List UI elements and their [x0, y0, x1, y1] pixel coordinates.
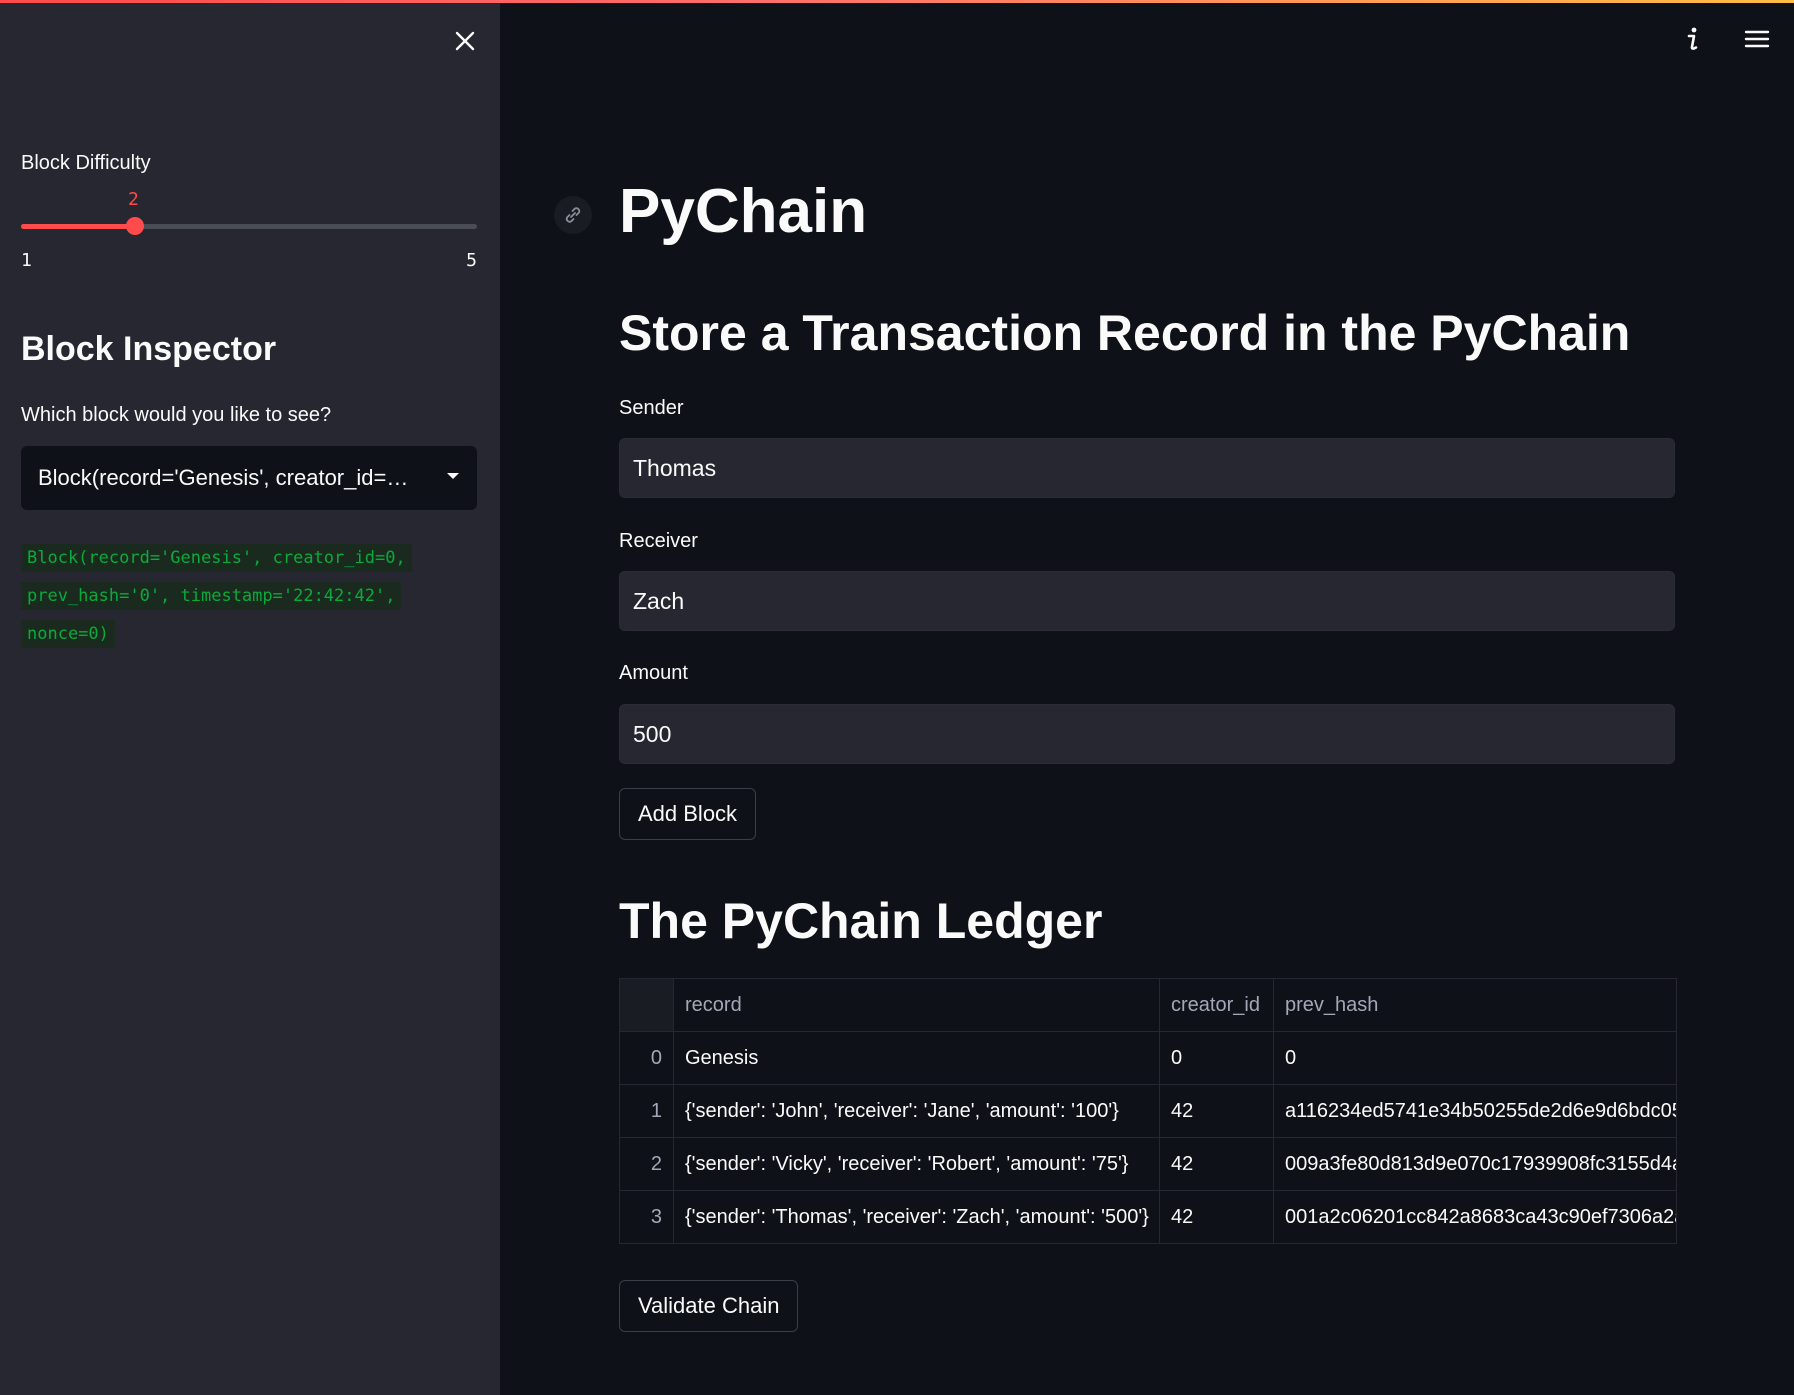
receiver-input[interactable]	[620, 586, 1674, 616]
chevron-down-icon	[447, 473, 459, 479]
table-row: 1 {'sender': 'John', 'receiver': 'Jane',…	[619, 1084, 1677, 1138]
sender-label: Sender	[619, 397, 684, 419]
difficulty-slider[interactable]: 2 1 5	[21, 188, 477, 278]
row-index[interactable]: 1	[619, 1084, 674, 1138]
block-inspector-heading: Block Inspector	[21, 330, 277, 368]
slider-current-value: 2	[128, 189, 139, 210]
cell-creator-id[interactable]: 42	[1159, 1084, 1274, 1138]
add-block-button[interactable]: Add Block	[619, 788, 757, 840]
validate-chain-button[interactable]: Validate Chain	[619, 1280, 799, 1332]
info-button[interactable]	[1674, 20, 1712, 58]
index-column-header[interactable]	[619, 978, 674, 1032]
cell-record[interactable]: {'sender': 'Thomas', 'receiver': 'Zach',…	[673, 1190, 1160, 1244]
amount-label: Amount	[619, 662, 688, 684]
cell-prev-hash[interactable]: 001a2c06201cc842a8683ca43c90ef7306a2a4	[1273, 1190, 1677, 1244]
cell-record[interactable]: {'sender': 'John', 'receiver': 'Jane', '…	[673, 1084, 1160, 1138]
receiver-field[interactable]	[619, 571, 1675, 631]
sender-input[interactable]	[620, 453, 1674, 483]
ledger-table: record creator_id prev_hash 0 Genesis 0 …	[619, 978, 1677, 1244]
slider-min-label: 1	[21, 250, 32, 271]
slider-fill	[21, 224, 135, 229]
row-index[interactable]: 0	[619, 1031, 674, 1085]
table-header-row: record creator_id prev_hash	[619, 978, 1677, 1032]
close-sidebar-button[interactable]	[446, 22, 484, 60]
block-code-output: Block(record='Genesis', creator_id=0, pr…	[21, 539, 441, 653]
cell-creator-id[interactable]: 42	[1159, 1190, 1274, 1244]
block-select[interactable]: Block(record='Genesis', creator_id=0, pr…	[21, 446, 477, 510]
code-line: prev_hash='0', timestamp='22:42:42',	[21, 582, 402, 610]
hamburger-menu-icon	[1744, 30, 1770, 48]
main-menu-button[interactable]	[1738, 20, 1776, 58]
info-icon	[1687, 27, 1698, 50]
link-icon	[565, 207, 581, 223]
page-title: PyChain	[619, 177, 868, 246]
ledger-heading: The PyChain Ledger	[619, 893, 1103, 949]
row-index[interactable]: 2	[619, 1137, 674, 1191]
amount-input[interactable]	[620, 719, 1674, 749]
column-header-record[interactable]: record	[673, 978, 1160, 1032]
amount-field[interactable]	[619, 704, 1675, 764]
row-index[interactable]: 3	[619, 1190, 674, 1244]
table-row: 3 {'sender': 'Thomas', 'receiver': 'Zach…	[619, 1190, 1677, 1244]
cell-prev-hash[interactable]: a116234ed5741e34b50255de2d6e9d6bdc05e	[1273, 1084, 1677, 1138]
difficulty-label: Block Difficulty	[21, 152, 151, 174]
block-select-value: Block(record='Genesis', creator_id=0, pr…	[38, 465, 418, 490]
cell-creator-id[interactable]: 0	[1159, 1031, 1274, 1085]
table-row: 0 Genesis 0 0	[619, 1031, 1677, 1085]
sidebar: Block Difficulty 2 1 5 Block Inspector W…	[0, 0, 500, 1395]
store-record-heading: Store a Transaction Record in the PyChai…	[619, 305, 1631, 361]
cell-record[interactable]: Genesis	[673, 1031, 1160, 1085]
cell-creator-id[interactable]: 42	[1159, 1137, 1274, 1191]
column-header-prev-hash[interactable]: prev_hash	[1273, 978, 1677, 1032]
title-anchor-link[interactable]	[554, 196, 592, 234]
table-row: 2 {'sender': 'Vicky', 'receiver': 'Rober…	[619, 1137, 1677, 1191]
slider-max-label: 5	[466, 250, 477, 271]
slider-thumb[interactable]	[126, 217, 144, 235]
cell-prev-hash[interactable]: 0	[1273, 1031, 1677, 1085]
cell-record[interactable]: {'sender': 'Vicky', 'receiver': 'Robert'…	[673, 1137, 1160, 1191]
cell-prev-hash[interactable]: 009a3fe80d813d9e070c17939908fc3155d4a7	[1273, 1137, 1677, 1191]
close-icon	[455, 31, 475, 51]
receiver-label: Receiver	[619, 530, 698, 552]
top-decoration-bar	[0, 0, 1794, 3]
block-select-label: Which block would you like to see?	[21, 404, 332, 426]
sender-field[interactable]	[619, 438, 1675, 498]
code-line: Block(record='Genesis', creator_id=0,	[21, 544, 412, 572]
column-header-creator-id[interactable]: creator_id	[1159, 978, 1274, 1032]
code-line: nonce=0)	[21, 620, 115, 648]
